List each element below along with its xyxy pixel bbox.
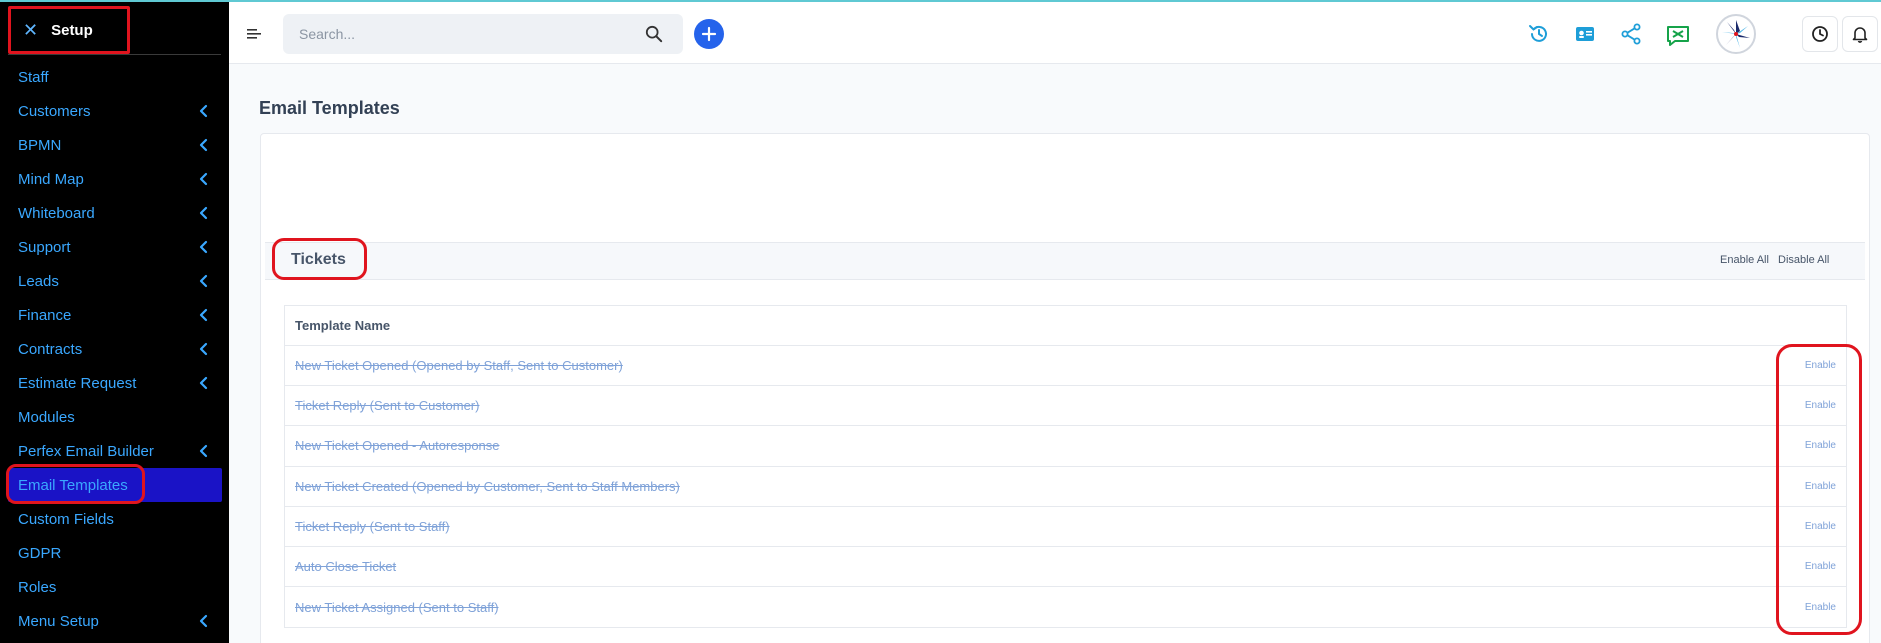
enable-template-link[interactable]: Enable [1805, 481, 1836, 492]
sidebar-item-label: Estimate Request [18, 374, 137, 392]
sidebar-item-label: Email Templates [18, 476, 128, 494]
contact-card-icon[interactable] [1573, 22, 1597, 46]
section-title: Tickets [291, 251, 346, 268]
table-row: Ticket Reply (Sent to Staff) Enable [285, 507, 1846, 547]
chevron-left-icon [199, 376, 208, 390]
sidebar-item-label: Finance [18, 306, 72, 324]
sidebar-item-label: BPMN [18, 136, 62, 154]
template-name-link[interactable]: Ticket Reply (Sent to Customer) [295, 398, 479, 413]
sidebar-item-label: GDPR [18, 544, 62, 562]
table-row: New Ticket Opened (Opened by Staff, Sent… [285, 346, 1846, 387]
table-row: New Ticket Opened - Autoresponse Enable [285, 426, 1846, 467]
search-input[interactable] [299, 26, 619, 42]
templates-table: Template Name New Ticket Opened (Opened … [284, 305, 1847, 629]
activity-log-icon[interactable] [1527, 22, 1551, 46]
enable-template-link[interactable]: Enable [1805, 440, 1836, 451]
template-name-link[interactable]: New Ticket Created (Opened by Customer, … [295, 479, 680, 494]
sidebar-item-label: Menu Setup [18, 612, 99, 630]
sidebar-item-whiteboard[interactable]: Whiteboard [0, 196, 229, 230]
table-body: New Ticket Opened (Opened by Staff, Sent… [285, 346, 1846, 627]
topbar [229, 0, 1881, 64]
sidebar-divider [8, 54, 221, 55]
table-row: New Ticket Created (Opened by Customer, … [285, 467, 1846, 507]
sidebar-item-email-templates[interactable]: Email Templates [8, 468, 222, 502]
avatar[interactable] [1716, 14, 1756, 54]
template-name-link[interactable]: New Ticket Opened - Autoresponse [295, 438, 500, 453]
avatar-logo-icon [1719, 17, 1753, 51]
sidebar-item-support[interactable]: Support [0, 230, 229, 264]
template-name-link[interactable]: Auto Close Ticket [295, 559, 396, 574]
page-title: Email Templates [259, 98, 400, 118]
sidebar-item-label: Custom Fields [18, 510, 114, 528]
sidebar-item-customers[interactable]: Customers [0, 94, 229, 128]
sidebar-item-perfex-email-builder[interactable]: Perfex Email Builder [0, 434, 229, 468]
chevron-left-icon [199, 172, 208, 186]
search-icon[interactable] [645, 25, 663, 43]
sidebar: ✕ Setup Staff Customers BPMN Mind Map Whiteb… [0, 0, 229, 643]
sidebar-item-menu-setup[interactable]: Menu Setup [0, 604, 229, 638]
sidebar-item-staff[interactable]: Staff [0, 60, 229, 94]
template-name-link[interactable]: New Ticket Assigned (Sent to Staff) [295, 600, 499, 615]
clock-icon [1812, 26, 1828, 42]
enable-template-link[interactable]: Enable [1805, 400, 1836, 411]
close-icon: ✕ [23, 19, 39, 40]
sidebar-item-label: Leads [18, 272, 59, 290]
sidebar-item-label: Support [18, 238, 71, 256]
chevron-left-icon [199, 206, 208, 220]
enable-all-link[interactable]: Enable All [1720, 254, 1769, 266]
sidebar-item-label: Modules [18, 408, 75, 426]
chevron-left-icon [199, 308, 208, 322]
sidebar-item-leads[interactable]: Leads [0, 264, 229, 298]
sidebar-item-label: Mind Map [18, 170, 84, 188]
chevron-left-icon [199, 444, 208, 458]
sidebar-item-label: Roles [18, 578, 57, 596]
setup-close-button[interactable]: ✕ Setup [8, 6, 130, 54]
sidebar-item-bpmn[interactable]: BPMN [0, 128, 229, 162]
hamburger-icon[interactable] [246, 26, 262, 42]
notifications-button[interactable] [1842, 16, 1878, 52]
enable-template-link[interactable]: Enable [1805, 561, 1836, 572]
share-icon[interactable] [1619, 22, 1643, 46]
sidebar-item-label: Customers [18, 102, 91, 120]
chevron-left-icon [199, 614, 208, 628]
chevron-left-icon [199, 104, 208, 118]
sidebar-item-estimate-request[interactable]: Estimate Request [0, 366, 229, 400]
section-header [265, 242, 1865, 280]
table-row: New Ticket Assigned (Sent to Staff) Enabl… [285, 587, 1846, 627]
table-row: Ticket Reply (Sent to Customer) Enable [285, 386, 1846, 427]
bell-icon [1852, 27, 1868, 43]
search-box [283, 14, 683, 54]
enable-template-link[interactable]: Enable [1805, 360, 1836, 371]
sidebar-item-roles[interactable]: Roles [0, 570, 229, 604]
chevron-left-icon [199, 342, 208, 356]
enable-template-link[interactable]: Enable [1805, 602, 1836, 613]
sidebar-item-mind-map[interactable]: Mind Map [0, 162, 229, 196]
disable-all-link[interactable]: Disable All [1778, 254, 1829, 266]
template-name-link[interactable]: New Ticket Opened (Opened by Staff, Sent… [295, 358, 623, 373]
plus-icon [701, 26, 717, 42]
sidebar-item-custom-fields[interactable]: Custom Fields [0, 502, 229, 536]
sidebar-item-gdpr[interactable]: GDPR [0, 536, 229, 570]
sidebar-item-label: Perfex Email Builder [18, 442, 154, 460]
sidebar-item-label: Whiteboard [18, 204, 95, 222]
enable-template-link[interactable]: Enable [1805, 521, 1836, 532]
table-header: Template Name [285, 306, 1846, 346]
quick-create-button[interactable] [694, 19, 724, 49]
sidebar-item-contracts[interactable]: Contracts [0, 332, 229, 366]
sidebar-nav: Staff Customers BPMN Mind Map Whiteboard Supp… [0, 60, 229, 638]
sidebar-item-label: Contracts [18, 340, 83, 358]
setup-title: Setup [51, 21, 93, 39]
chat-icon[interactable] [1665, 23, 1691, 49]
timer-button[interactable] [1802, 16, 1838, 52]
table-row: Auto Close Ticket Enable [285, 547, 1846, 588]
sidebar-item-finance[interactable]: Finance [0, 298, 229, 332]
chevron-left-icon [199, 138, 208, 152]
chevron-left-icon [199, 240, 208, 254]
sidebar-item-label: Staff [18, 68, 49, 86]
chevron-left-icon [199, 274, 208, 288]
sidebar-item-modules[interactable]: Modules [0, 400, 229, 434]
template-name-link[interactable]: Ticket Reply (Sent to Staff) [295, 519, 450, 534]
